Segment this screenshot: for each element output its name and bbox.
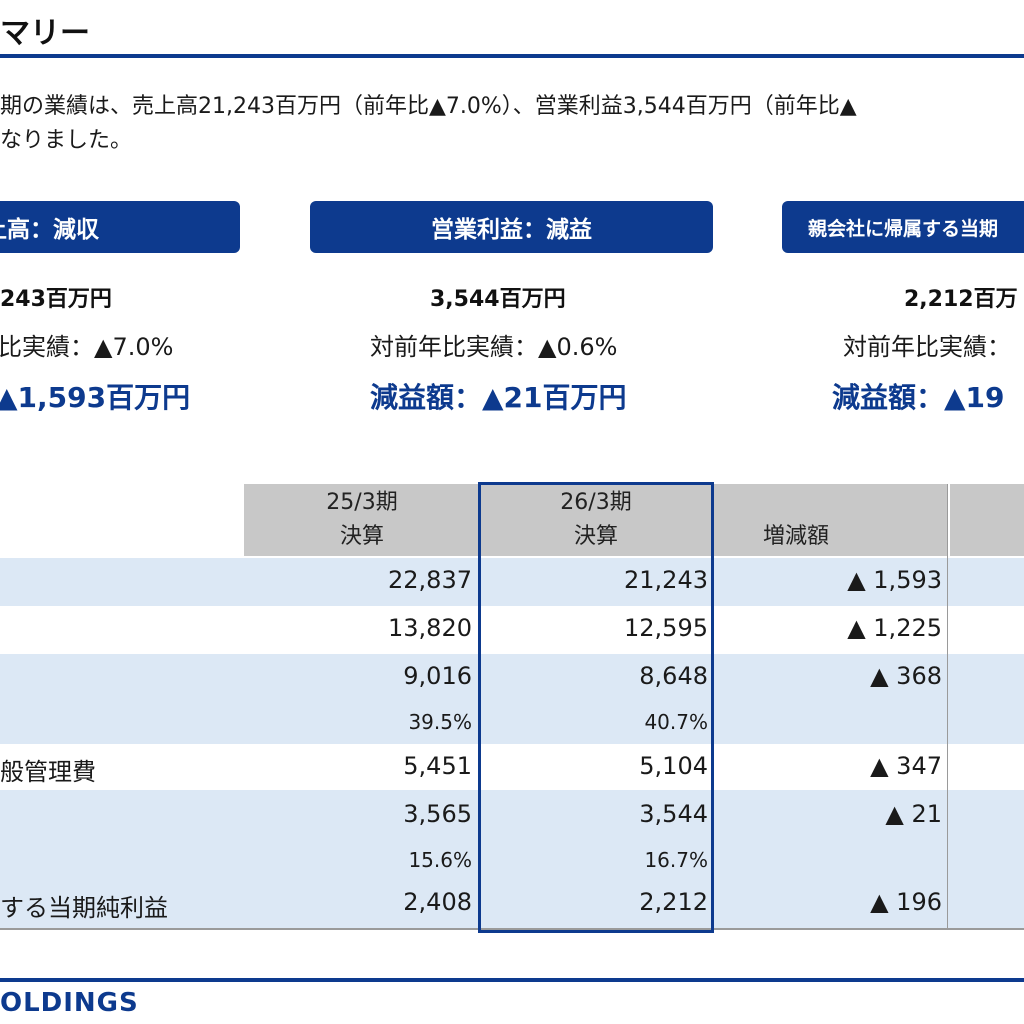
table-bottom-rule [0, 928, 1024, 930]
footer-divider [0, 978, 1024, 982]
cell-diff: ▲ 368 [870, 662, 942, 690]
cell-diff: ▲ 196 [870, 888, 942, 916]
table-row: 般管理費 5,451 5,104 ▲ 347 [0, 744, 1024, 790]
table-row: 9,016 8,648 ▲ 368 39.5% 40.7% [0, 654, 1024, 744]
kpi-operating-profit-diff: 減益額：▲21百万円 [370, 381, 627, 414]
kpi-operating-profit-label: 営業利益：減益 [431, 217, 592, 243]
kpi-sales-diff: ▲1,593百万円 [0, 381, 191, 414]
cell-diff: ▲ 1,593 [847, 566, 942, 594]
cell-prev: 3,565 [403, 800, 472, 828]
kpi-net-income-amount: 2,212百万 [904, 287, 1018, 312]
cell-curr-pct: 40.7% [644, 710, 708, 734]
header-curr-period: 26/3期 決算 [480, 484, 712, 556]
company-logo: OLDINGS [0, 988, 139, 1018]
table-row: 3,565 3,544 ▲ 21 15.6% 16.7% する当期純利益 2,4… [0, 790, 1024, 928]
cell-prev-pct: 39.5% [408, 710, 472, 734]
kpi-sales-header: 上高：減収 [0, 201, 240, 253]
kpi-net-income-diff: 減益額：▲19 [832, 381, 1005, 414]
kpi-net-income-header: 親会社に帰属する当期 [782, 201, 1024, 253]
title-divider [0, 54, 1024, 58]
kpi-operating-profit-amount: 3,544百万円 [430, 287, 566, 312]
cell-curr: 3,544 [639, 800, 708, 828]
cell-prev-pct: 15.6% [408, 848, 472, 872]
cell-prev: 9,016 [403, 662, 472, 690]
header-prev-line2: 決算 [339, 524, 384, 549]
cell-prev: 5,451 [403, 752, 472, 780]
summary-line-2: なりました。 [0, 128, 133, 153]
column-divider [947, 484, 948, 928]
results-table: 25/3期 決算 26/3期 決算 増減額 22,837 21,243 ▲ 1,… [0, 484, 1024, 930]
cell-prev: 22,837 [388, 566, 472, 594]
table-row: 13,820 12,595 ▲ 1,225 [0, 606, 1024, 654]
summary-line-1: 期の業績は、売上高21,243百万円（前年比▲7.0%）、営業利益3,544百万… [0, 94, 857, 119]
cell-curr: 2,212 [639, 888, 708, 916]
row-label: する当期純利益 [0, 894, 168, 922]
header-diff-line2: 増減額 [762, 524, 829, 549]
kpi-operating-profit-header: 営業利益：減益 [310, 201, 713, 253]
kpi-net-income-label: 親会社に帰属する当期 [808, 217, 999, 240]
cell-diff: ▲ 1,225 [847, 614, 942, 642]
cell-curr: 12,595 [624, 614, 708, 642]
row-label: 般管理費 [0, 758, 96, 786]
cell-prev: 2,408 [403, 888, 472, 916]
kpi-operating-profit-yoy: 対前年比実績：▲0.6% [370, 333, 618, 361]
cell-curr: 21,243 [624, 566, 708, 594]
cell-curr: 8,648 [639, 662, 708, 690]
cell-curr-pct: 16.7% [644, 848, 708, 872]
cell-diff: ▲ 21 [885, 800, 942, 828]
cell-prev: 13,820 [388, 614, 472, 642]
kpi-sales-yoy: 比実績：▲7.0% [0, 333, 174, 361]
header-prev-line1: 25/3期 [326, 490, 398, 515]
page-title: マリー [0, 16, 90, 51]
cell-curr: 5,104 [639, 752, 708, 780]
header-curr-line1: 26/3期 [560, 490, 632, 515]
header-extra [950, 484, 1024, 556]
cell-diff: ▲ 347 [870, 752, 942, 780]
header-curr-line2: 決算 [573, 524, 618, 549]
header-prev-period: 25/3期 決算 [244, 484, 480, 556]
kpi-net-income-yoy: 対前年比実績： [843, 333, 1011, 361]
kpi-sales-amount: 243百万円 [0, 287, 112, 312]
kpi-sales-label: 上高：減収 [0, 217, 99, 243]
header-diff: 増減額 [714, 484, 948, 556]
table-row: 22,837 21,243 ▲ 1,593 [0, 558, 1024, 606]
